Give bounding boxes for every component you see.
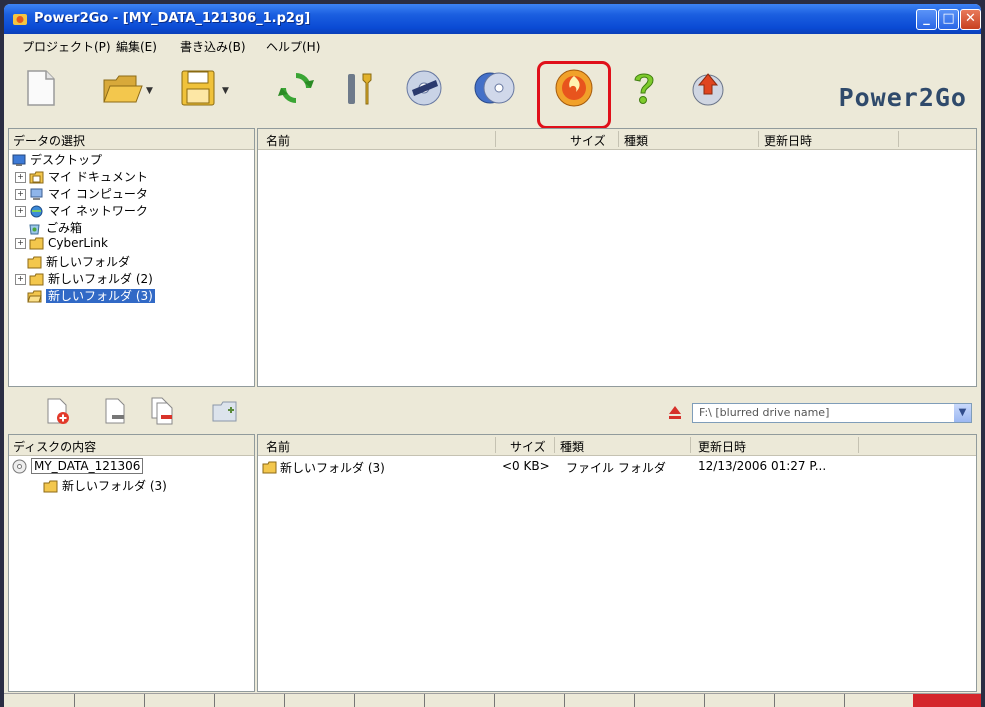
- capacity-bar: [4, 693, 981, 707]
- expand-icon[interactable]: +: [15, 206, 26, 217]
- disc-tree-header: ディスクの内容: [9, 435, 254, 456]
- source-tree-panel: データの選択 デスクトップ + マイ ドキュメント + マイ コンピュータ + マイ …: [8, 128, 255, 387]
- window-title: Power2Go - [MY_DATA_121306_1.p2g]: [34, 11, 311, 26]
- my-documents-icon: [29, 171, 44, 184]
- menu-project[interactable]: プロジェクト(P): [22, 38, 111, 55]
- open-project-icon[interactable]: [100, 66, 144, 110]
- open-dropdown-icon[interactable]: ▼: [146, 86, 153, 96]
- cell-type: ファイル フォルダ: [566, 461, 666, 475]
- burn-button-highlight: [537, 61, 611, 129]
- cell-modified: 12/13/2006 01:27 P...: [698, 459, 827, 473]
- tree-item-desktop[interactable]: デスクトップ: [12, 151, 102, 168]
- tree-item-label-selected: 新しいフォルダ (3): [46, 289, 155, 303]
- settings-tools-icon[interactable]: [337, 66, 381, 110]
- desktop-icon: [12, 154, 26, 166]
- app-window: Power2Go - [MY_DATA_121306_1.p2g] _ □ ✕ …: [4, 4, 981, 707]
- recycle-bin-icon: [29, 224, 40, 235]
- table-row[interactable]: 新しいフォルダ (3) <0 KB> ファイル フォルダ 12/13/2006 …: [258, 459, 976, 477]
- expand-icon[interactable]: +: [15, 274, 26, 285]
- maximize-button[interactable]: □: [938, 9, 959, 30]
- tree-item-my-documents[interactable]: + マイ ドキュメント: [15, 168, 148, 185]
- folder-icon: [29, 273, 44, 286]
- menu-burn[interactable]: 書き込み(B): [180, 38, 246, 55]
- menu-bar: プロジェクト(P) 編集(E) 書き込み(B) ヘルプ(H): [4, 34, 981, 56]
- tree-item-my-network[interactable]: + マイ ネットワーク: [15, 202, 148, 219]
- new-project-icon[interactable]: [18, 66, 62, 110]
- tree-item-cyberlink[interactable]: + CyberLink: [15, 236, 108, 253]
- tree-item-label: マイ ドキュメント: [48, 170, 148, 184]
- power2go-app-icon: [13, 14, 27, 25]
- network-icon: [30, 205, 43, 218]
- column-type[interactable]: 種類: [624, 132, 648, 149]
- save-project-icon[interactable]: [176, 66, 220, 110]
- tree-item-label: 新しいフォルダ (3): [62, 479, 167, 493]
- folder-icon: [262, 461, 277, 474]
- expand-icon[interactable]: +: [15, 238, 26, 249]
- tree-item-recycle-bin[interactable]: ごみ箱: [27, 219, 82, 236]
- expand-icon[interactable]: +: [15, 189, 26, 200]
- drive-select[interactable]: F:\ [blurred drive name] ▼: [692, 403, 972, 423]
- disc-tree-panel: ディスクの内容 MY_DATA_121306 新しいフォルダ (3): [8, 434, 255, 692]
- burn-disc-icon[interactable]: [402, 66, 446, 110]
- tree-item-label: ごみ箱: [46, 221, 83, 235]
- folder-icon: [29, 237, 44, 250]
- column-modified[interactable]: 更新日時: [764, 132, 812, 149]
- column-name[interactable]: 名前: [266, 438, 290, 455]
- tree-item-label: マイ コンピュータ: [48, 187, 148, 201]
- menu-help[interactable]: ヘルプ(H): [266, 38, 320, 55]
- column-type[interactable]: 種類: [560, 438, 584, 455]
- tree-item-label: デスクトップ: [30, 153, 103, 167]
- cell-name: 新しいフォルダ (3): [280, 461, 385, 475]
- eject-icon[interactable]: [668, 404, 682, 420]
- add-file-icon[interactable]: [42, 396, 72, 426]
- tree-item-new-folder-3[interactable]: 新しいフォルダ (3): [27, 287, 155, 304]
- refresh-icon[interactable]: [274, 66, 318, 110]
- cell-size: <0 KB>: [502, 459, 550, 473]
- help-icon[interactable]: [622, 66, 666, 110]
- remove-file-icon[interactable]: [100, 396, 130, 426]
- disc-icon: [12, 459, 27, 474]
- tree-item-label: CyberLink: [48, 236, 108, 250]
- tree-item-my-computer[interactable]: + マイ コンピュータ: [15, 185, 148, 202]
- folder-icon: [43, 480, 58, 493]
- column-size[interactable]: サイズ: [510, 438, 546, 455]
- file-list-header: 名前 サイズ 種類 更新日時: [258, 129, 976, 150]
- disc-tree-header-label: ディスクの内容: [13, 440, 97, 454]
- minimize-button[interactable]: _: [916, 9, 937, 30]
- new-folder-icon[interactable]: [210, 396, 240, 426]
- source-tree-header-label: データの選択: [13, 134, 86, 148]
- tree-item-new-folder-2[interactable]: + 新しいフォルダ (2): [15, 270, 153, 287]
- column-size[interactable]: サイズ: [570, 132, 606, 149]
- delete-file-icon[interactable]: [148, 396, 178, 426]
- folder-icon: [27, 256, 42, 269]
- drive-select-value: F:\ [blurred drive name]: [699, 406, 830, 419]
- brand-logo: Power2Go: [838, 83, 967, 112]
- upgrade-icon[interactable]: [686, 66, 730, 110]
- tree-item-label: 新しいフォルダ: [46, 255, 131, 269]
- main-toolbar: ▼ ▼ Power2Go: [4, 56, 981, 129]
- source-file-list: 名前 サイズ 種類 更新日時: [257, 128, 977, 387]
- tree-item-label: 新しいフォルダ (2): [48, 272, 153, 286]
- disc-list-header: 名前 サイズ 種類 更新日時: [258, 435, 976, 456]
- disc-folder-item[interactable]: 新しいフォルダ (3): [43, 477, 167, 494]
- disc-root-item[interactable]: MY_DATA_121306: [12, 458, 144, 476]
- close-button[interactable]: ✕: [960, 9, 981, 30]
- capacity-limit-marker: [913, 694, 981, 707]
- disc-label: MY_DATA_121306: [31, 458, 144, 474]
- menu-edit[interactable]: 編集(E): [116, 38, 157, 55]
- tree-item-new-folder[interactable]: 新しいフォルダ: [27, 253, 130, 270]
- disc-toolbar: F:\ [blurred drive name] ▼: [4, 389, 981, 434]
- save-dropdown-icon[interactable]: ▼: [222, 86, 229, 96]
- disc-file-list: 名前 サイズ 種類 更新日時 新しいフォルダ (3) <0 KB> ファイル フ…: [257, 434, 977, 692]
- expand-icon[interactable]: +: [15, 172, 26, 183]
- folder-open-icon: [27, 290, 42, 303]
- column-name[interactable]: 名前: [266, 132, 290, 149]
- tree-item-label: マイ ネットワーク: [48, 204, 148, 218]
- chevron-down-icon[interactable]: ▼: [954, 404, 971, 422]
- my-computer-icon: [30, 188, 43, 200]
- source-tree-header: データの選択: [9, 129, 254, 150]
- copy-disc-icon[interactable]: [472, 66, 516, 110]
- column-modified[interactable]: 更新日時: [698, 438, 746, 455]
- title-bar[interactable]: Power2Go - [MY_DATA_121306_1.p2g] _ □ ✕: [4, 4, 981, 34]
